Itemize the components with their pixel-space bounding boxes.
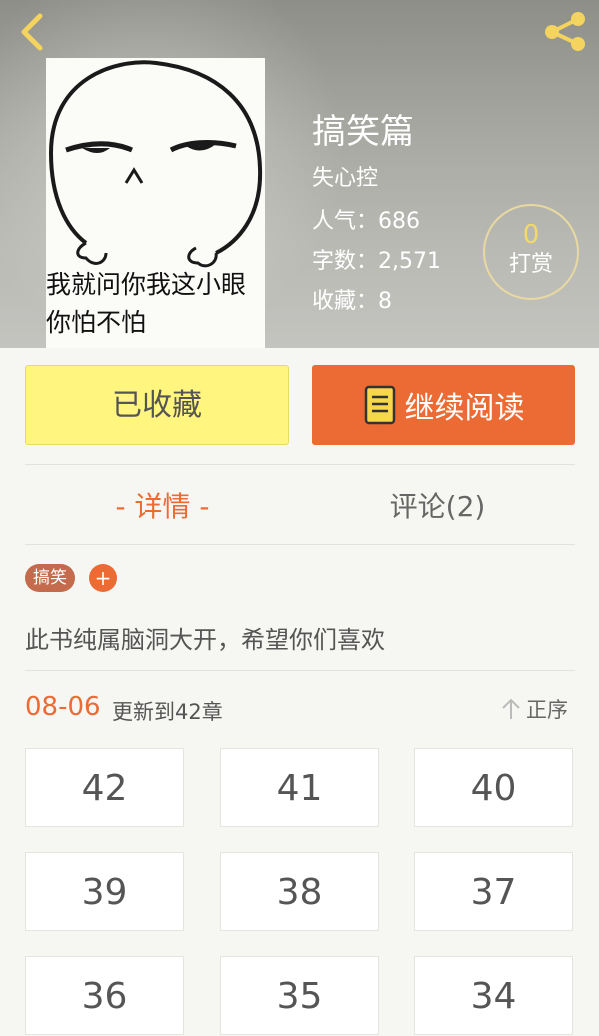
tip-label: 打赏 (508, 252, 553, 277)
chapter-button[interactable]: 34 (414, 956, 573, 1035)
chapter-button[interactable]: 42 (25, 748, 184, 827)
tip-button[interactable]: 0 打赏 (483, 204, 579, 300)
sort-arrow-icon (502, 698, 520, 719)
tip-count: 0 (522, 220, 540, 250)
tab-comments[interactable]: 评论(2) (300, 485, 575, 525)
tab-detail[interactable]: - 详情 - (25, 485, 300, 525)
back-button[interactable] (14, 10, 54, 54)
chapter-button[interactable]: 35 (220, 956, 379, 1035)
chapter-button[interactable]: 36 (25, 956, 184, 1035)
sort-label: 正序 (526, 698, 568, 722)
divider (25, 464, 575, 465)
continue-reading-label: 继续阅读 (404, 391, 525, 426)
book-title: 搞笑篇 (312, 112, 414, 152)
chapter-button[interactable]: 40 (414, 748, 573, 827)
sort-toggle[interactable]: 正序 (500, 694, 568, 724)
update-status: 更新到42章 (112, 700, 223, 724)
popularity-stat: 人气：686 (312, 209, 420, 234)
continue-reading-button[interactable]: 继续阅读 (312, 365, 575, 445)
favorites-stat: 收藏：8 (312, 289, 392, 314)
chapter-button[interactable]: 41 (220, 748, 379, 827)
book-cover[interactable]: 我就问你我这小眼 你怕不怕 (46, 58, 265, 348)
word-count-stat: 字数：2,571 (312, 249, 441, 274)
update-date: 08-06 (25, 692, 101, 722)
chapter-button[interactable]: 38 (220, 852, 379, 931)
chapter-button[interactable]: 37 (414, 852, 573, 931)
book-description: 此书纯属脑洞大开，希望你们喜欢 (25, 626, 385, 654)
favorited-button[interactable]: 已收藏 (25, 365, 289, 445)
book-header: 我就问你我这小眼 你怕不怕 搞笑篇 失心控 人气：686 字数：2,571 收藏… (0, 0, 599, 348)
book-icon (364, 385, 395, 425)
add-tag-button[interactable]: + (89, 564, 117, 592)
cover-caption: 我就问你我这小眼 你怕不怕 (46, 270, 247, 337)
back-arrow-icon (21, 13, 43, 51)
book-author[interactable]: 失心控 (312, 160, 378, 192)
chapter-button[interactable]: 39 (25, 852, 184, 931)
divider (25, 544, 575, 545)
tag-chip[interactable]: 搞笑 (25, 564, 75, 592)
divider (25, 670, 575, 671)
share-icon (545, 12, 585, 51)
share-button[interactable] (540, 8, 590, 54)
